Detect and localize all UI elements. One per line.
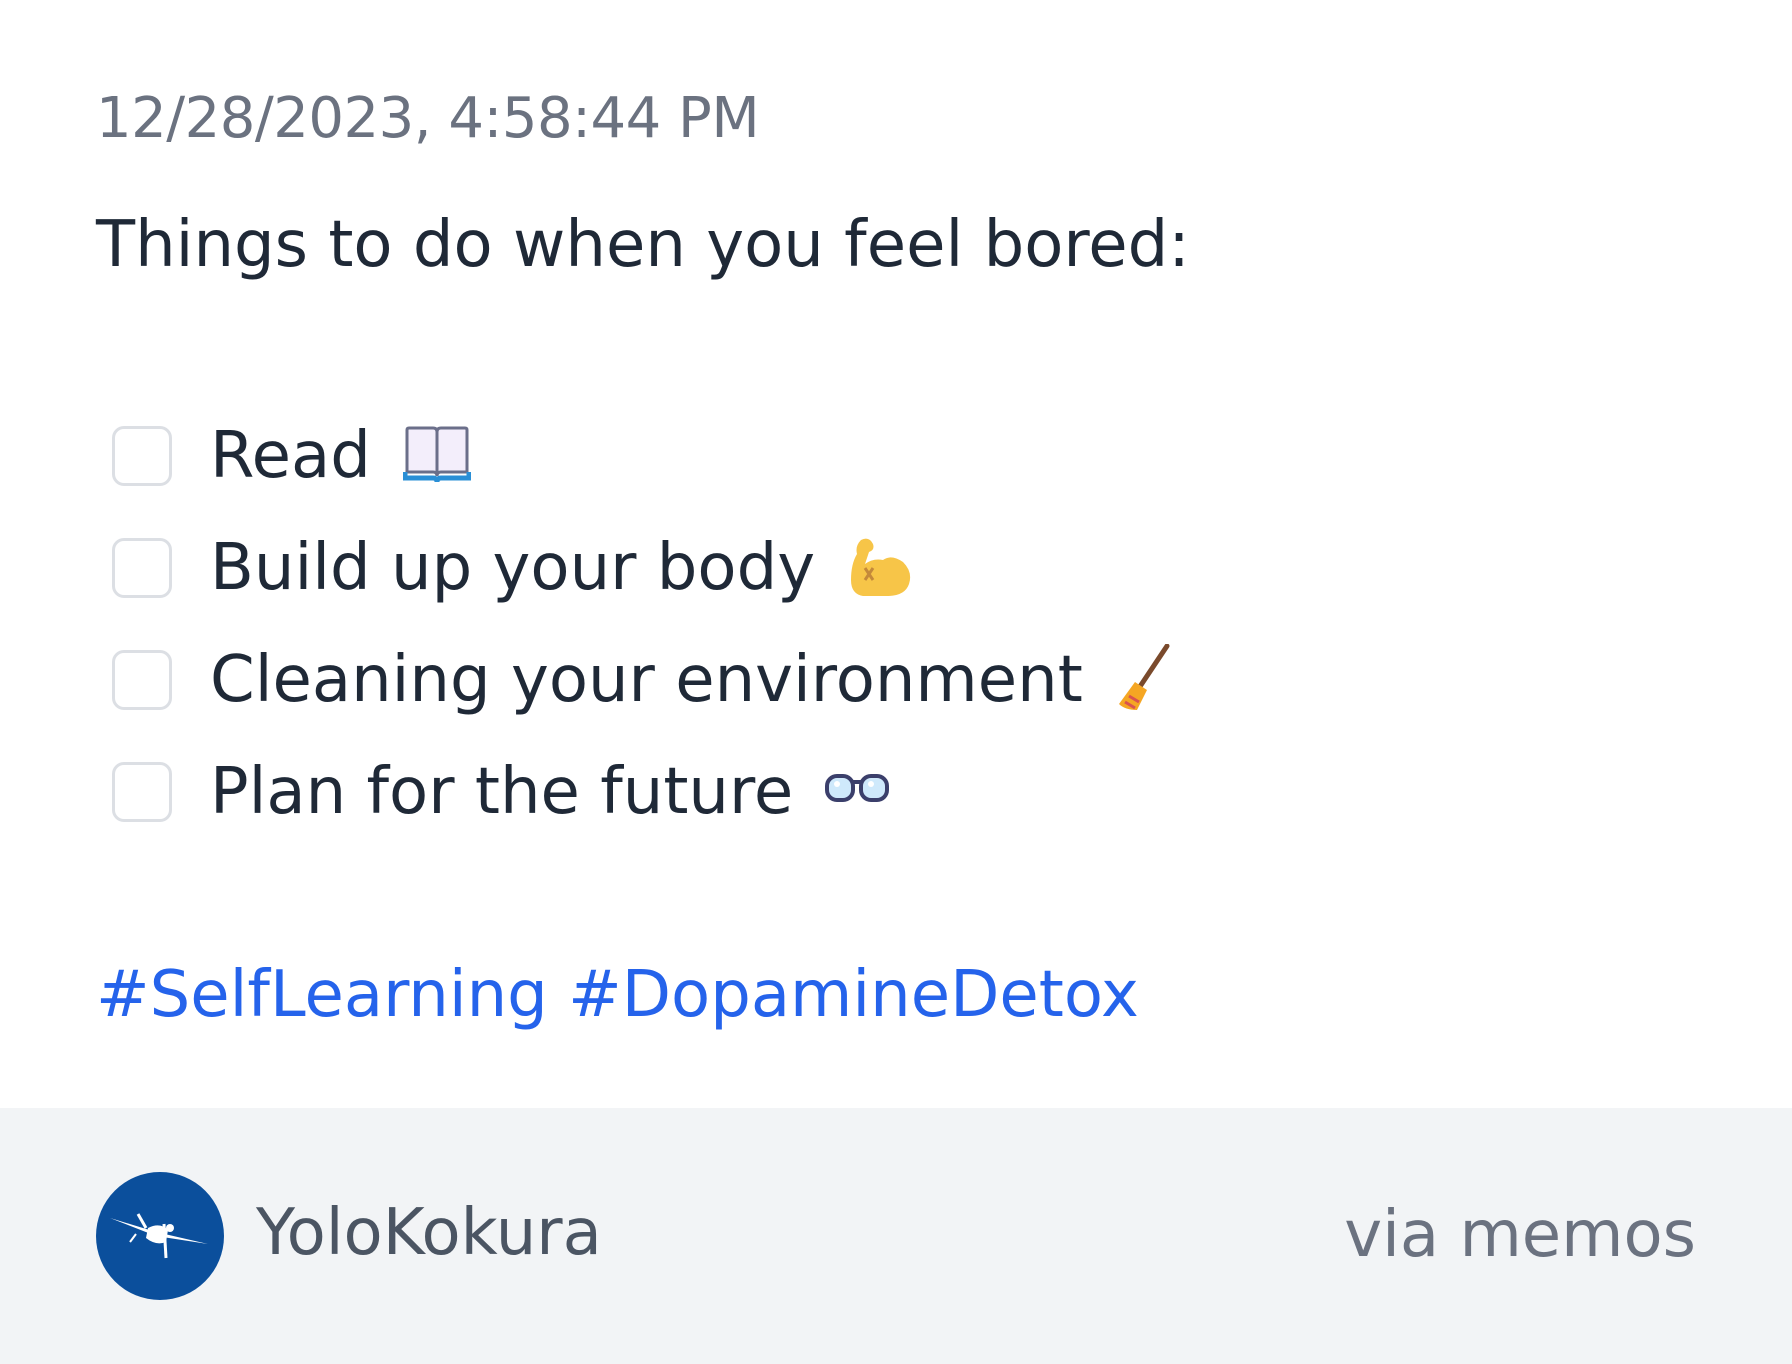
- task-checkbox[interactable]: [112, 650, 172, 710]
- task-item-plan: Plan for the future: [112, 736, 1171, 848]
- memo-card: 12/28/2023, 4:58:44 PM Things to do when…: [0, 0, 1792, 1364]
- username[interactable]: YoloKokura: [256, 1196, 602, 1270]
- via-memos-label: via memos: [1344, 1198, 1696, 1272]
- avatar[interactable]: [96, 1172, 224, 1300]
- task-label: Cleaning your environment: [210, 643, 1083, 717]
- airplane-avatar-icon: [110, 1213, 208, 1259]
- memo-content: 12/28/2023, 4:58:44 PM Things to do when…: [96, 0, 1696, 1108]
- book-icon: [402, 424, 472, 488]
- task-checkbox[interactable]: [112, 426, 172, 486]
- task-label: Build up your body: [210, 531, 816, 605]
- task-label: Plan for the future: [210, 755, 794, 829]
- glasses-icon: [825, 772, 890, 812]
- tag-link[interactable]: #DopamineDetox: [568, 958, 1139, 1032]
- memo-footer: YoloKokura via memos: [0, 1108, 1792, 1364]
- tag-list: #SelfLearning #DopamineDetox: [96, 958, 1139, 1032]
- task-list: Read Build up your body Cleaning your en…: [112, 400, 1171, 848]
- memo-heading: Things to do when you feel bored:: [96, 208, 1190, 282]
- task-checkbox[interactable]: [112, 538, 172, 598]
- broom-icon: [1115, 643, 1171, 716]
- task-item-cleaning: Cleaning your environment: [112, 624, 1171, 736]
- tag-link[interactable]: #SelfLearning: [96, 958, 548, 1032]
- task-item-read: Read: [112, 400, 1171, 512]
- task-label: Read: [210, 419, 371, 493]
- task-item-build-body: Build up your body: [112, 512, 1171, 624]
- task-checkbox[interactable]: [112, 762, 172, 822]
- flexed-biceps-icon: [847, 534, 913, 602]
- memo-timestamp: 12/28/2023, 4:58:44 PM: [96, 86, 760, 151]
